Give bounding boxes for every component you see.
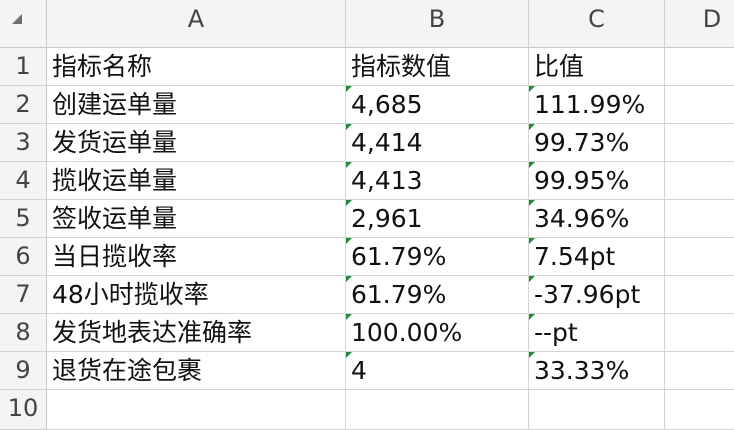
cell-a2[interactable]: 创建运单量: [47, 86, 346, 124]
spreadsheet-grid: A B C D 1 2 3 4 5 6 7 8 9 10 指标名称 指标数值 比值 创建运单量 4,685 111.9…: [0, 0, 734, 430]
column-header-c[interactable]: C: [529, 0, 665, 48]
cell-c6[interactable]: 7.54pt: [529, 238, 665, 276]
cell-c4[interactable]: 99.95%: [529, 162, 665, 200]
number-as-text-flag-icon: [346, 200, 352, 206]
cell-a10[interactable]: [47, 390, 346, 430]
cell-b3[interactable]: 4,414: [346, 124, 529, 162]
row-header-1[interactable]: 1: [0, 48, 47, 86]
cell-c9[interactable]: 33.33%: [529, 352, 665, 390]
number-as-text-flag-icon: [529, 314, 535, 320]
cell-a1[interactable]: 指标名称: [47, 48, 346, 86]
number-as-text-flag-icon: [346, 314, 352, 320]
row-header-8[interactable]: 8: [0, 314, 47, 352]
number-as-text-flag-icon: [346, 276, 352, 282]
number-as-text-flag-icon: [346, 238, 352, 244]
row-header-5[interactable]: 5: [0, 200, 47, 238]
cell-b1[interactable]: 指标数值: [346, 48, 529, 86]
select-all-triangle-icon: [12, 14, 22, 24]
cell-b2[interactable]: 4,685: [346, 86, 529, 124]
cell-d8[interactable]: [665, 314, 734, 352]
cell-c8[interactable]: --pt: [529, 314, 665, 352]
number-as-text-flag-icon: [346, 86, 352, 92]
cell-c3[interactable]: 99.73%: [529, 124, 665, 162]
cell-c5[interactable]: 34.96%: [529, 200, 665, 238]
cell-d4[interactable]: [665, 162, 734, 200]
number-as-text-flag-icon: [529, 86, 535, 92]
cell-d6[interactable]: [665, 238, 734, 276]
cell-a5[interactable]: 签收运单量: [47, 200, 346, 238]
column-header-d[interactable]: D: [665, 0, 734, 48]
cell-d7[interactable]: [665, 276, 734, 314]
number-as-text-flag-icon: [529, 238, 535, 244]
cell-b8[interactable]: 100.00%: [346, 314, 529, 352]
number-as-text-flag-icon: [346, 124, 352, 130]
cell-a3[interactable]: 发货运单量: [47, 124, 346, 162]
number-as-text-flag-icon: [529, 162, 535, 168]
cell-d2[interactable]: [665, 86, 734, 124]
number-as-text-flag-icon: [529, 124, 535, 130]
column-header-b[interactable]: B: [346, 0, 529, 48]
cell-b5[interactable]: 2,961: [346, 200, 529, 238]
row-header-2[interactable]: 2: [0, 86, 47, 124]
number-as-text-flag-icon: [529, 276, 535, 282]
row-header-10[interactable]: 10: [0, 390, 47, 430]
cell-d10[interactable]: [665, 390, 734, 430]
cell-d3[interactable]: [665, 124, 734, 162]
cell-c1[interactable]: 比值: [529, 48, 665, 86]
cell-c10[interactable]: [529, 390, 665, 430]
row-header-6[interactable]: 6: [0, 238, 47, 276]
cell-c7[interactable]: -37.96pt: [529, 276, 665, 314]
cell-b7[interactable]: 61.79%: [346, 276, 529, 314]
column-header-a[interactable]: A: [47, 0, 346, 48]
cell-a9[interactable]: 退货在途包裹: [47, 352, 346, 390]
cell-d9[interactable]: [665, 352, 734, 390]
number-as-text-flag-icon: [529, 352, 535, 358]
cell-a4[interactable]: 揽收运单量: [47, 162, 346, 200]
cell-b6[interactable]: 61.79%: [346, 238, 529, 276]
number-as-text-flag-icon: [346, 352, 352, 358]
cell-b10[interactable]: [346, 390, 529, 430]
number-as-text-flag-icon: [529, 200, 535, 206]
number-as-text-flag-icon: [346, 162, 352, 168]
cell-a7[interactable]: 48小时揽收率: [47, 276, 346, 314]
cell-a6[interactable]: 当日揽收率: [47, 238, 346, 276]
cell-d5[interactable]: [665, 200, 734, 238]
cell-c2[interactable]: 111.99%: [529, 86, 665, 124]
cell-b4[interactable]: 4,413: [346, 162, 529, 200]
cell-d1[interactable]: [665, 48, 734, 86]
select-all-corner[interactable]: [0, 0, 47, 48]
row-header-3[interactable]: 3: [0, 124, 47, 162]
cell-a8[interactable]: 发货地表达准确率: [47, 314, 346, 352]
row-header-4[interactable]: 4: [0, 162, 47, 200]
cell-b9[interactable]: 4: [346, 352, 529, 390]
row-header-9[interactable]: 9: [0, 352, 47, 390]
row-header-7[interactable]: 7: [0, 276, 47, 314]
